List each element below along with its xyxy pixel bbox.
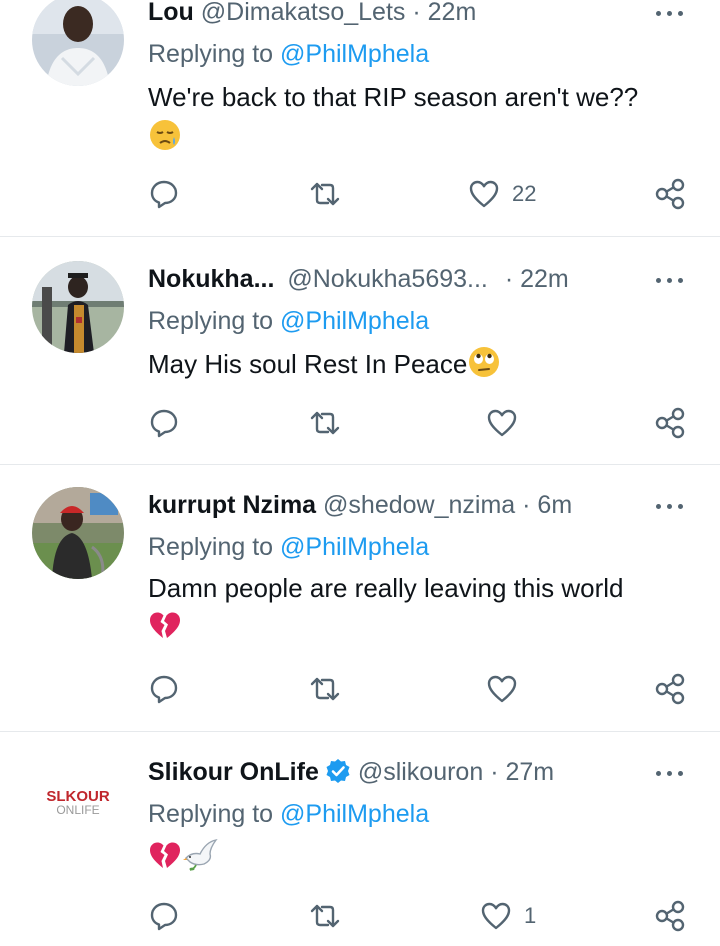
like-count: 1: [524, 903, 537, 928]
retweet-icon: [310, 677, 340, 701]
display-name[interactable]: Slikour OnLife: [148, 758, 319, 786]
tweet-text-content: May His soul Rest In Peace: [148, 348, 468, 379]
avatar[interactable]: [32, 261, 124, 353]
tweet[interactable]: SLKOUR ONLIFE Slikour OnLife @slikouron …: [0, 732, 720, 946]
timestamp[interactable]: 27m: [505, 758, 554, 786]
sad-tear-face-emoji: [148, 118, 182, 160]
user-handle[interactable]: @shedow_nzima: [323, 491, 515, 519]
timestamp[interactable]: 22m: [428, 0, 477, 26]
share-icon: [655, 178, 685, 210]
retweet-button[interactable]: [308, 405, 354, 441]
tweet-text: We're back to that RIP season aren't we?…: [148, 80, 680, 160]
tweet[interactable]: kurrupt Nzima @shedow_nzima · 6m Replyin…: [0, 465, 720, 731]
replying-to: Replying to @PhilMphela: [148, 305, 429, 337]
share-icon: [655, 900, 685, 932]
heart-icon: [469, 180, 499, 208]
user-handle[interactable]: @Nokukha5693...: [287, 265, 488, 293]
retweet-icon: [310, 411, 340, 435]
heart-icon: [487, 409, 517, 437]
retweet-icon: [310, 182, 340, 206]
tweet[interactable]: Lou @Dimakatso_Lets · 22m Replying to @P…: [0, 0, 720, 236]
avatar-logo-subtext: ONLIFE: [56, 803, 99, 817]
reply-button[interactable]: [148, 671, 192, 707]
tweet-header: Slikour OnLife @slikouron · 27m: [148, 756, 650, 792]
separator-dot: ·: [412, 0, 421, 26]
reply-icon: [150, 180, 178, 209]
separator-dot: ·: [504, 265, 514, 293]
share-icon: [655, 673, 685, 705]
tweet-actions: 1: [0, 898, 720, 934]
heart-icon: [481, 902, 511, 930]
replying-to-label: Replying to: [148, 800, 274, 828]
like-button[interactable]: 22: [468, 176, 536, 212]
tweet-text-content: Damn people are really leaving this worl…: [148, 573, 624, 603]
replying-to: Replying to @PhilMphela: [148, 798, 429, 830]
rolling-eyes-face-emoji: [467, 345, 501, 387]
reply-icon: [150, 902, 178, 931]
tweet-header: Lou @Dimakatso_Lets · 22m: [148, 0, 650, 28]
replying-to-label: Replying to: [148, 533, 274, 561]
more-options-icon[interactable]: [656, 8, 686, 18]
avatar[interactable]: [32, 0, 124, 86]
like-count: 22: [512, 181, 537, 206]
reply-button[interactable]: [148, 898, 192, 934]
separator-dot: ·: [490, 758, 499, 786]
like-button[interactable]: [486, 671, 530, 707]
reply-icon: [150, 409, 178, 438]
more-options-icon[interactable]: [656, 275, 686, 285]
retweet-button[interactable]: [308, 671, 354, 707]
tweet[interactable]: Nokukha... @Nokukha5693... · 22m Replyin…: [0, 237, 720, 464]
retweet-button[interactable]: [308, 176, 354, 212]
reply-mention-link[interactable]: @PhilMphela: [280, 533, 429, 561]
user-handle[interactable]: @Dimakatso_Lets: [201, 0, 406, 26]
more-options-icon[interactable]: [656, 768, 686, 778]
tweet-text: Damn people are really leaving this worl…: [148, 571, 680, 649]
verified-badge-icon: [325, 758, 351, 792]
avatar[interactable]: SLKOUR ONLIFE: [32, 754, 124, 846]
like-button[interactable]: [486, 405, 530, 441]
user-handle[interactable]: @slikouron: [358, 758, 483, 786]
replying-to-label: Replying to: [148, 307, 274, 335]
replying-to: Replying to @PhilMphela: [148, 38, 429, 70]
replying-to: Replying to @PhilMphela: [148, 531, 429, 563]
tweet-actions: [0, 405, 720, 441]
share-button[interactable]: [654, 671, 688, 707]
replying-to-label: Replying to: [148, 40, 274, 68]
reply-mention-link[interactable]: @PhilMphela: [280, 40, 429, 68]
share-button[interactable]: [654, 176, 688, 212]
tweet-text-content: We're back to that RIP season aren't we?…: [148, 82, 639, 112]
tweet-actions: [0, 671, 720, 707]
tweet-header: kurrupt Nzima @shedow_nzima · 6m: [148, 489, 650, 521]
like-button[interactable]: 1: [480, 898, 536, 934]
reply-button[interactable]: [148, 176, 192, 212]
tweet-actions: 22: [0, 176, 720, 212]
share-button[interactable]: [654, 405, 688, 441]
reply-icon: [150, 675, 178, 704]
broken-heart-emoji: [148, 839, 182, 879]
display-name[interactable]: kurrupt Nzima: [148, 491, 316, 519]
retweet-icon: [310, 904, 340, 928]
separator-dot: ·: [522, 491, 531, 519]
tweet-header: Nokukha... @Nokukha5693... · 22m: [148, 263, 650, 295]
share-icon: [655, 407, 685, 439]
reply-button[interactable]: [148, 405, 192, 441]
display-name[interactable]: Lou: [148, 0, 194, 26]
timestamp[interactable]: 6m: [537, 491, 572, 519]
heart-icon: [487, 675, 517, 703]
share-button[interactable]: [654, 898, 688, 934]
dove-emoji: [182, 838, 220, 880]
reply-mention-link[interactable]: @PhilMphela: [280, 800, 429, 828]
tweet-text: [148, 838, 680, 880]
timestamp[interactable]: 22m: [520, 265, 569, 293]
reply-mention-link[interactable]: @PhilMphela: [280, 307, 429, 335]
more-options-icon[interactable]: [656, 501, 686, 511]
broken-heart-emoji: [148, 609, 182, 649]
avatar[interactable]: [32, 487, 124, 579]
display-name[interactable]: Nokukha...: [148, 265, 274, 293]
retweet-button[interactable]: [308, 898, 354, 934]
tweet-feed: Lou @Dimakatso_Lets · 22m Replying to @P…: [0, 0, 720, 946]
tweet-text: May His soul Rest In Peace: [148, 345, 680, 387]
